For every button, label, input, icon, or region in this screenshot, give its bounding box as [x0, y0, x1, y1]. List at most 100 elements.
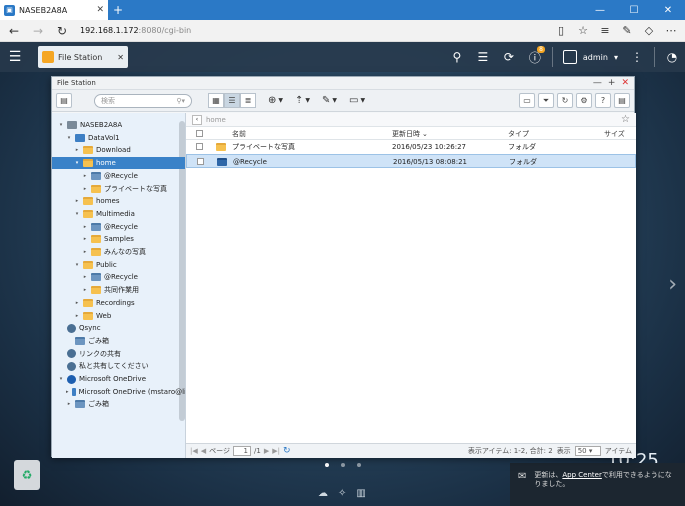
- window-titlebar[interactable]: File Station — + ✕: [52, 77, 634, 90]
- dashboard-icon[interactable]: ◔: [659, 44, 685, 70]
- tree-item[interactable]: ▸ @Recycle: [52, 271, 185, 283]
- page-input[interactable]: 1: [233, 446, 252, 456]
- detail-view-icon[interactable]: ≣: [240, 93, 256, 108]
- refresh-icon[interactable]: ↻: [52, 21, 72, 41]
- help-icon[interactable]: ?: [595, 93, 611, 108]
- expand-toggle-icon[interactable]: ▸: [82, 236, 88, 242]
- table-row[interactable]: @Recycle 2016/05/13 08:08:21 フォルダ: [186, 154, 636, 168]
- forward-icon[interactable]: →: [28, 21, 48, 41]
- column-type[interactable]: タイプ: [508, 127, 529, 140]
- notifications-icon[interactable]: ⓘ 8: [522, 44, 548, 70]
- tree-item[interactable]: ▸ Microsoft OneDrive (mstaro@li: [52, 386, 185, 398]
- expand-toggle-icon[interactable]: ▸: [74, 147, 80, 153]
- tree-item[interactable]: ▸ @Recycle: [52, 221, 185, 233]
- page-dot[interactable]: [325, 463, 329, 467]
- expand-toggle-icon[interactable]: ▾: [58, 376, 64, 382]
- expand-toggle-icon[interactable]: ▸: [82, 173, 88, 179]
- tree-item[interactable]: ▸ プライベートな写真: [52, 183, 185, 195]
- thumbnail-view-icon[interactable]: ▦: [208, 93, 224, 108]
- maximize-icon[interactable]: ☐: [617, 0, 651, 20]
- recycle-bin-icon[interactable]: ♻: [14, 460, 40, 490]
- background-tasks-icon[interactable]: ☰: [470, 44, 496, 70]
- remote-mount-icon[interactable]: ▭: [519, 93, 535, 108]
- tree-item[interactable]: ▾ NASEB2A8A: [52, 119, 185, 131]
- expand-toggle-icon[interactable]: ▾: [66, 135, 72, 141]
- back-icon[interactable]: ←: [4, 21, 24, 41]
- favorite-star-icon[interactable]: ☆: [621, 114, 630, 125]
- close-tab-icon[interactable]: ✕: [96, 5, 104, 15]
- user-menu[interactable]: admin ▾: [557, 50, 624, 64]
- settings-gear-icon[interactable]: ⚙: [576, 93, 592, 108]
- browser-tab[interactable]: ▣ NASEB2A8A ✕: [0, 0, 108, 20]
- next-page-icon[interactable]: ▶: [264, 447, 269, 455]
- page-dot[interactable]: [357, 463, 361, 467]
- tree-item[interactable]: ▾ DataVol1: [52, 132, 185, 144]
- app-center-link[interactable]: App Center: [562, 471, 601, 479]
- filter-icon[interactable]: ⏷: [538, 93, 554, 108]
- web-note-icon[interactable]: ✎: [617, 21, 637, 41]
- page-dot[interactable]: [341, 463, 345, 467]
- close-icon[interactable]: ✕: [651, 0, 685, 20]
- first-page-icon[interactable]: |◀: [190, 447, 198, 455]
- expand-toggle-icon[interactable]: ▸: [82, 224, 88, 230]
- share-button[interactable]: ▭ ▼: [349, 95, 365, 106]
- checkbox[interactable]: [196, 130, 203, 137]
- book-icon[interactable]: ▥: [356, 488, 365, 499]
- expand-toggle-icon[interactable]: ▾: [74, 211, 80, 217]
- per-page-select[interactable]: 50 ▾: [574, 446, 601, 456]
- tools-button[interactable]: ✎ ▼: [322, 95, 337, 106]
- more-options-icon[interactable]: ⋮: [624, 44, 650, 70]
- expand-toggle-icon[interactable]: ▸: [66, 389, 69, 395]
- expand-toggle-icon[interactable]: ▸: [82, 186, 88, 192]
- close-icon[interactable]: ✕: [621, 78, 629, 88]
- expand-toggle-icon[interactable]: ▸: [82, 287, 88, 293]
- tools-icon[interactable]: ✧: [338, 488, 346, 499]
- expand-toggle-icon[interactable]: ▾: [58, 122, 64, 128]
- search-icon[interactable]: ⚲: [444, 44, 470, 70]
- new-tab-icon[interactable]: +: [108, 3, 128, 17]
- tree-item[interactable]: ▸ ごみ箱: [52, 398, 185, 410]
- reading-view-icon[interactable]: ▯: [551, 21, 571, 41]
- tree-item[interactable]: ▸ Download: [52, 144, 185, 156]
- tree-item[interactable]: リンクの共有: [52, 348, 185, 360]
- tree-item[interactable]: ▾ Multimedia: [52, 208, 185, 220]
- tree-item[interactable]: ▸ 共同作業用: [52, 284, 185, 296]
- favorite-star-icon[interactable]: ☆: [573, 21, 593, 41]
- upload-button[interactable]: ⇡ ▼: [295, 95, 310, 106]
- prev-page-icon[interactable]: ◀: [201, 447, 206, 455]
- maximize-icon[interactable]: +: [608, 78, 616, 88]
- tree-item[interactable]: ▾ Microsoft OneDrive: [52, 373, 185, 385]
- close-app-tab-icon[interactable]: ✕: [117, 53, 124, 62]
- search-input[interactable]: 検索 ⚲ ▾: [94, 93, 192, 108]
- more-icon[interactable]: ⋯: [661, 21, 681, 41]
- chevron-left-icon[interactable]: ‹: [192, 114, 202, 125]
- chevron-right-icon[interactable]: ›: [668, 272, 677, 297]
- tree-item[interactable]: ▸ みんなの写真: [52, 246, 185, 258]
- expand-toggle-icon[interactable]: ▸: [66, 401, 72, 407]
- expand-toggle-icon[interactable]: ▸: [74, 313, 80, 319]
- breadcrumb[interactable]: home: [206, 116, 226, 124]
- notification-toast[interactable]: ✉ 更新は、App Centerで利用できるようになりました。: [510, 463, 685, 506]
- checkbox[interactable]: [196, 143, 203, 150]
- checkbox[interactable]: [197, 158, 204, 165]
- cloud-icon[interactable]: ☁: [318, 488, 328, 499]
- tree-item[interactable]: ▾ Public: [52, 259, 185, 271]
- hub-icon[interactable]: ≡: [595, 21, 615, 41]
- tree-item[interactable]: 私と共有してください: [52, 360, 185, 372]
- create-button[interactable]: ⊕ ▼: [268, 95, 283, 106]
- column-size[interactable]: サイズ: [604, 127, 625, 140]
- last-page-icon[interactable]: ▶|: [272, 447, 280, 455]
- refresh-icon[interactable]: ↻: [557, 93, 573, 108]
- url-field[interactable]: 192.168.1.172:8080/cgi-bin: [76, 22, 496, 40]
- tree-item[interactable]: ▸ @Recycle: [52, 170, 185, 182]
- expand-toggle-icon[interactable]: ▸: [82, 249, 88, 255]
- minimize-icon[interactable]: —: [583, 0, 617, 20]
- toggle-sidebar-icon[interactable]: ▤: [56, 93, 72, 108]
- minimize-icon[interactable]: —: [593, 78, 602, 88]
- chevron-down-icon[interactable]: ▾: [181, 97, 185, 105]
- expand-toggle-icon[interactable]: ▾: [74, 160, 80, 166]
- table-row[interactable]: プライベートな写真 2016/05/23 10:26:27 フォルダ: [186, 140, 636, 154]
- expand-toggle-icon[interactable]: ▸: [82, 274, 88, 280]
- refresh-icon[interactable]: ↻: [283, 446, 291, 456]
- list-view-icon[interactable]: ☰: [224, 93, 240, 108]
